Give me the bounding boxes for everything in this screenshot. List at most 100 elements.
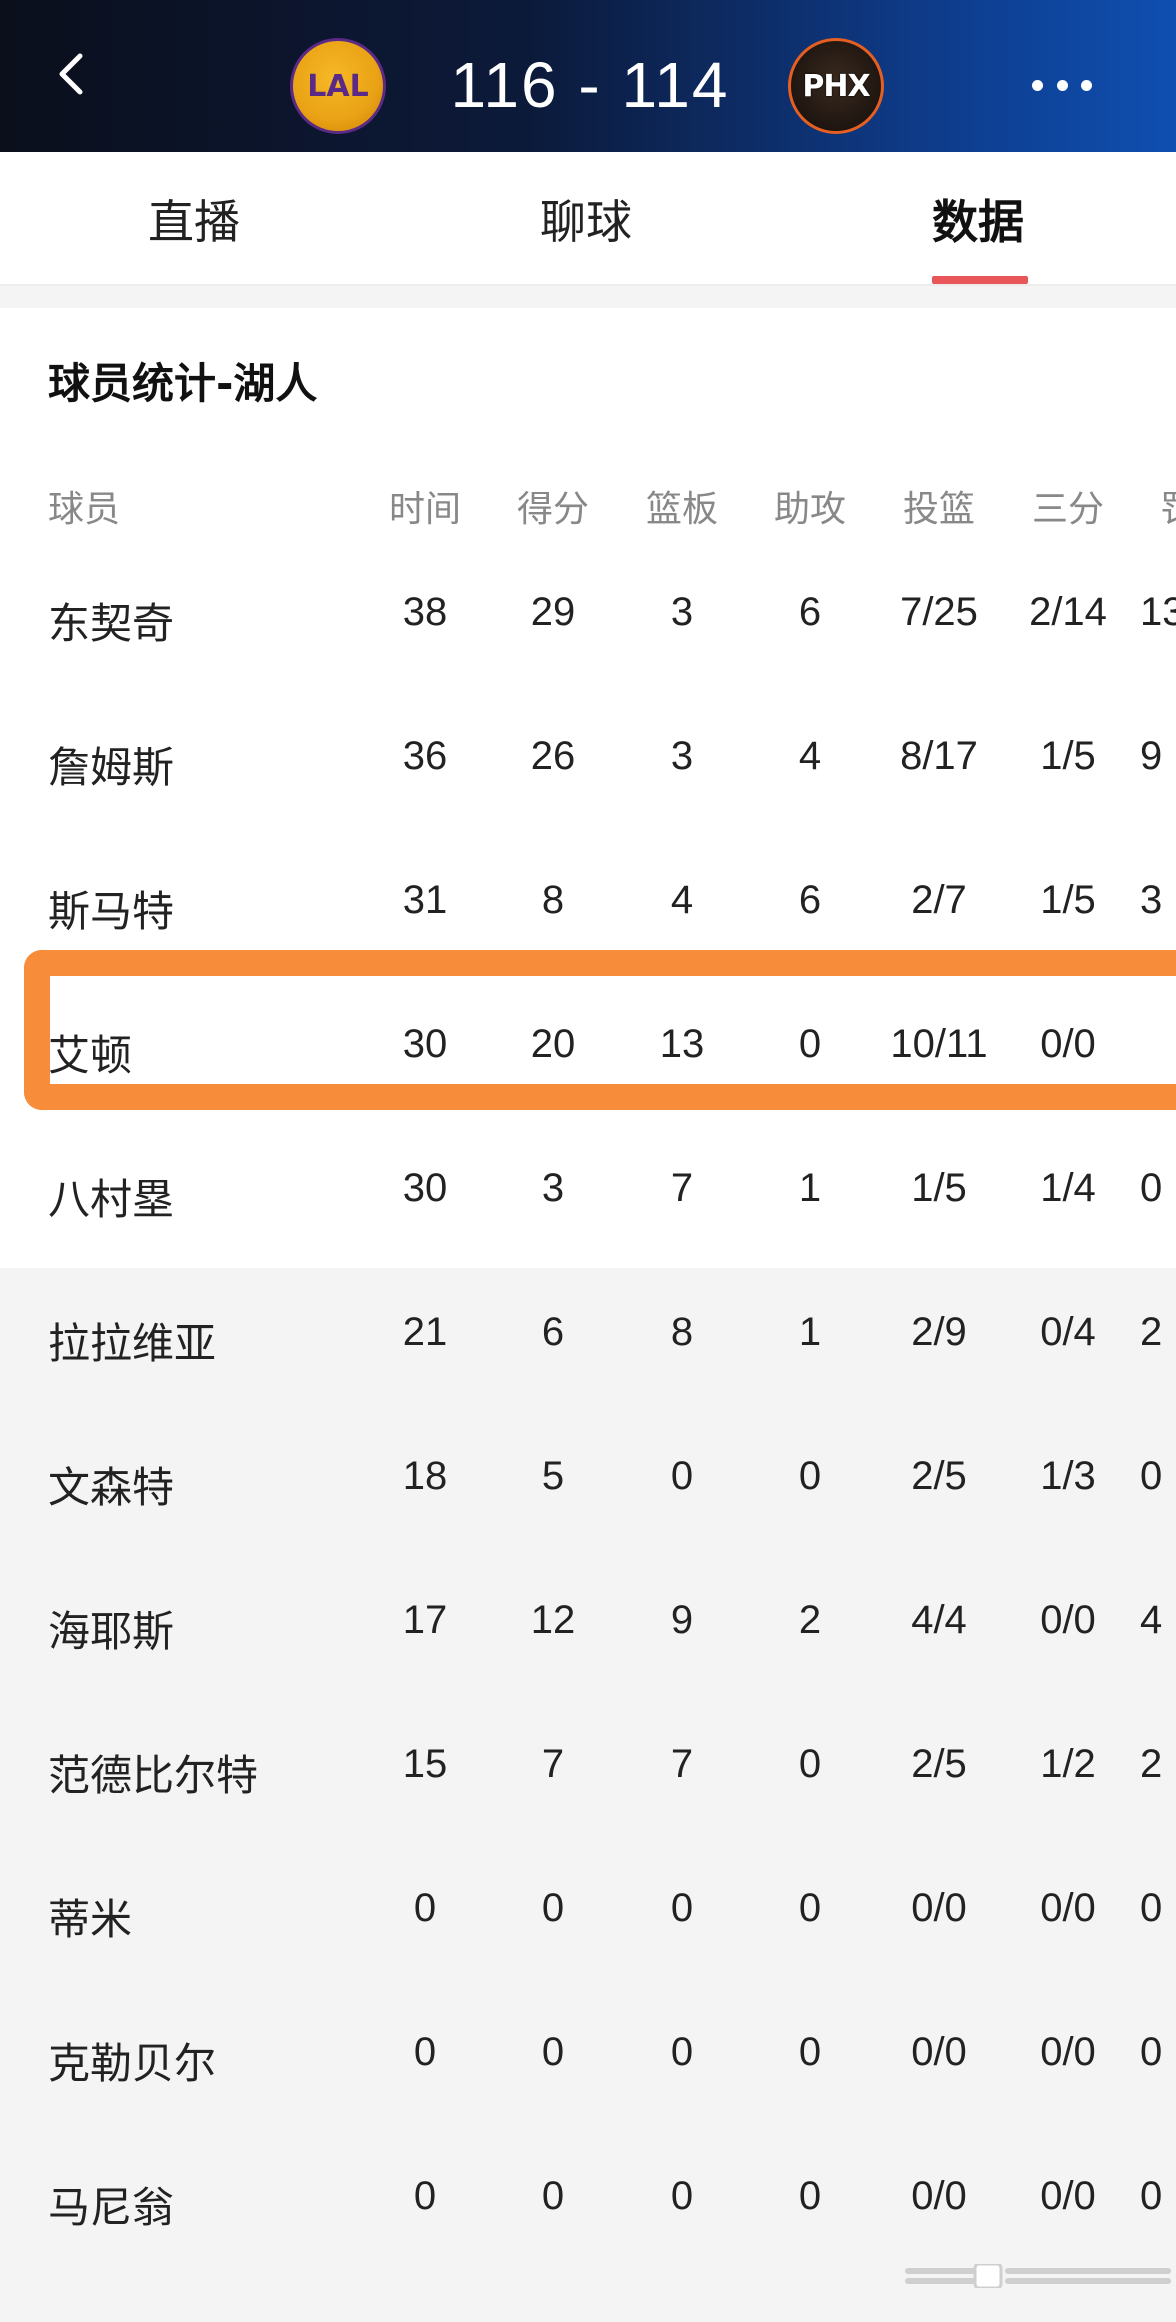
stat-pts: 0 (541, 1886, 565, 1930)
stat-pts: 3 (541, 1166, 565, 1210)
stat-three: 0/4 (1040, 1310, 1096, 1354)
stat-fg: 2/5 (911, 1742, 967, 1786)
table-row[interactable]: 海耶斯 17 12 9 2 4/4 0/0 4 (0, 1598, 1176, 1658)
col-header-reb: 篮板 (645, 489, 719, 530)
stat-ft: 4 (1140, 1598, 1163, 1642)
table-row[interactable]: 八村塁 30 3 7 1 1/5 1/4 0 (0, 1166, 1176, 1226)
stat-reb: 0 (670, 2174, 694, 2218)
stat-min: 38 (402, 590, 448, 634)
col-header-ft: 罚 (1160, 480, 1176, 532)
stat-three: 1/5 (1040, 734, 1096, 778)
stat-three: 1/2 (1040, 1742, 1096, 1786)
stat-fg: 2/9 (911, 1310, 967, 1354)
stat-ft: 0 (1140, 1454, 1163, 1498)
table-row[interactable]: 克勒贝尔 0 0 0 0 0/0 0/0 0 (0, 2030, 1176, 2090)
stat-three: 1/4 (1040, 1166, 1096, 1210)
table-row[interactable]: 詹姆斯 36 26 3 4 8/17 1/5 9 (0, 734, 1176, 794)
stat-reb: 4 (670, 878, 694, 922)
stat-min: 30 (402, 1166, 448, 1210)
stat-fg: 0/0 (911, 1886, 967, 1930)
stat-fg: 1/5 (911, 1166, 967, 1210)
lakers-logo[interactable]: LAL (290, 38, 386, 134)
more-dots-icon[interactable] (1032, 80, 1092, 92)
player-name: 八村塁 (48, 1175, 175, 1224)
col-header-pts: 得分 (516, 489, 590, 530)
table-row[interactable]: 文森特 18 5 0 0 2/5 1/3 0 (0, 1454, 1176, 1514)
lakers-logo-text: LAL (307, 68, 369, 104)
col-header-player: 球员 (48, 489, 121, 530)
divider (0, 284, 1176, 286)
player-name: 海耶斯 (48, 1607, 175, 1656)
stat-ast: 1 (798, 1310, 822, 1354)
table-row[interactable]: 马尼翁 0 0 0 0 0/0 0/0 0 (0, 2174, 1176, 2234)
stat-ft: 2 (1140, 1742, 1163, 1786)
player-name: 马尼翁 (48, 2183, 175, 2232)
stat-fg: 0/0 (911, 2030, 967, 2074)
stat-three: 1/5 (1040, 878, 1096, 922)
stat-ft: 9 (1140, 734, 1163, 778)
stat-ast: 0 (798, 1454, 822, 1498)
stat-three: 1/3 (1040, 1454, 1096, 1498)
stat-fg: 7/25 (900, 590, 978, 634)
stat-ft: 13 (1140, 590, 1176, 634)
table-row[interactable]: 东契奇 38 29 3 6 7/25 2/14 13 (0, 590, 1176, 650)
stat-reb: 9 (670, 1598, 694, 1642)
stat-three: 0/0 (1040, 1598, 1096, 1642)
stat-min: 0 (413, 2030, 437, 2074)
stat-fg: 8/17 (900, 734, 978, 778)
stat-min: 18 (402, 1454, 448, 1498)
stat-fg: 2/5 (911, 1454, 967, 1498)
highlight-box (24, 950, 1176, 1110)
player-name: 斯马特 (48, 887, 175, 936)
stat-ast: 0 (798, 2174, 822, 2218)
table-row[interactable]: 蒂米 0 0 0 0 0/0 0/0 0 (0, 1886, 1176, 1946)
player-name: 拉拉维亚 (48, 1319, 217, 1368)
table-row[interactable]: 斯马特 31 8 4 6 2/7 1/5 3 (0, 878, 1176, 938)
stat-min: 31 (402, 878, 448, 922)
stat-three: 0/0 (1040, 2030, 1096, 2074)
stat-pts: 0 (541, 2030, 565, 2074)
tab-chat[interactable]: 聊球 (540, 186, 632, 252)
stat-reb: 3 (670, 590, 694, 634)
table-row[interactable]: 拉拉维亚 21 6 8 1 2/9 0/4 2 (0, 1310, 1176, 1370)
table-header: 球员 时间 得分 篮板 助攻 投篮 三分 罚 (0, 480, 1176, 540)
tab-stats[interactable]: 数据 (932, 186, 1024, 252)
stat-fg: 0/0 (911, 2174, 967, 2218)
stat-min: 0 (413, 2174, 437, 2218)
stat-reb: 0 (670, 2030, 694, 2074)
stat-ast: 2 (798, 1598, 822, 1642)
tab-live[interactable]: 直播 (148, 186, 240, 252)
stat-ft: 3 (1140, 878, 1163, 922)
player-name: 范德比尔特 (48, 1751, 259, 1800)
stat-ast: 6 (798, 878, 822, 922)
stat-three: 2/14 (1029, 590, 1107, 634)
stat-pts: 29 (530, 590, 576, 634)
player-name: 东契奇 (48, 599, 175, 648)
player-name: 蒂米 (48, 1895, 133, 1944)
col-header-fg: 投篮 (902, 489, 976, 530)
stat-ft: 0 (1140, 1166, 1163, 1210)
active-tab-indicator (932, 276, 1028, 284)
stat-pts: 5 (541, 1454, 565, 1498)
stat-ast: 0 (798, 1886, 822, 1930)
stat-ast: 0 (798, 1742, 822, 1786)
stat-reb: 7 (670, 1166, 694, 1210)
suns-logo-text: PHX (802, 68, 870, 104)
table-row[interactable]: 范德比尔特 15 7 7 0 2/5 1/2 2 (0, 1742, 1176, 1802)
stat-pts: 12 (530, 1598, 576, 1642)
player-name: 文森特 (48, 1463, 175, 1512)
col-header-min: 时间 (388, 489, 462, 530)
stat-min: 17 (402, 1598, 448, 1642)
game-score: 116 - 114 (450, 49, 730, 121)
stat-three: 0/0 (1040, 2174, 1096, 2218)
col-header-ast: 助攻 (773, 489, 847, 530)
stat-min: 36 (402, 734, 448, 778)
stat-pts: 0 (541, 2174, 565, 2218)
chevron-left-icon[interactable] (52, 52, 96, 96)
suns-logo[interactable]: PHX (788, 38, 884, 134)
stat-reb: 7 (670, 1742, 694, 1786)
stat-ast: 6 (798, 590, 822, 634)
player-name: 詹姆斯 (48, 743, 175, 792)
stat-ast: 4 (798, 734, 822, 778)
stat-min: 15 (402, 1742, 448, 1786)
